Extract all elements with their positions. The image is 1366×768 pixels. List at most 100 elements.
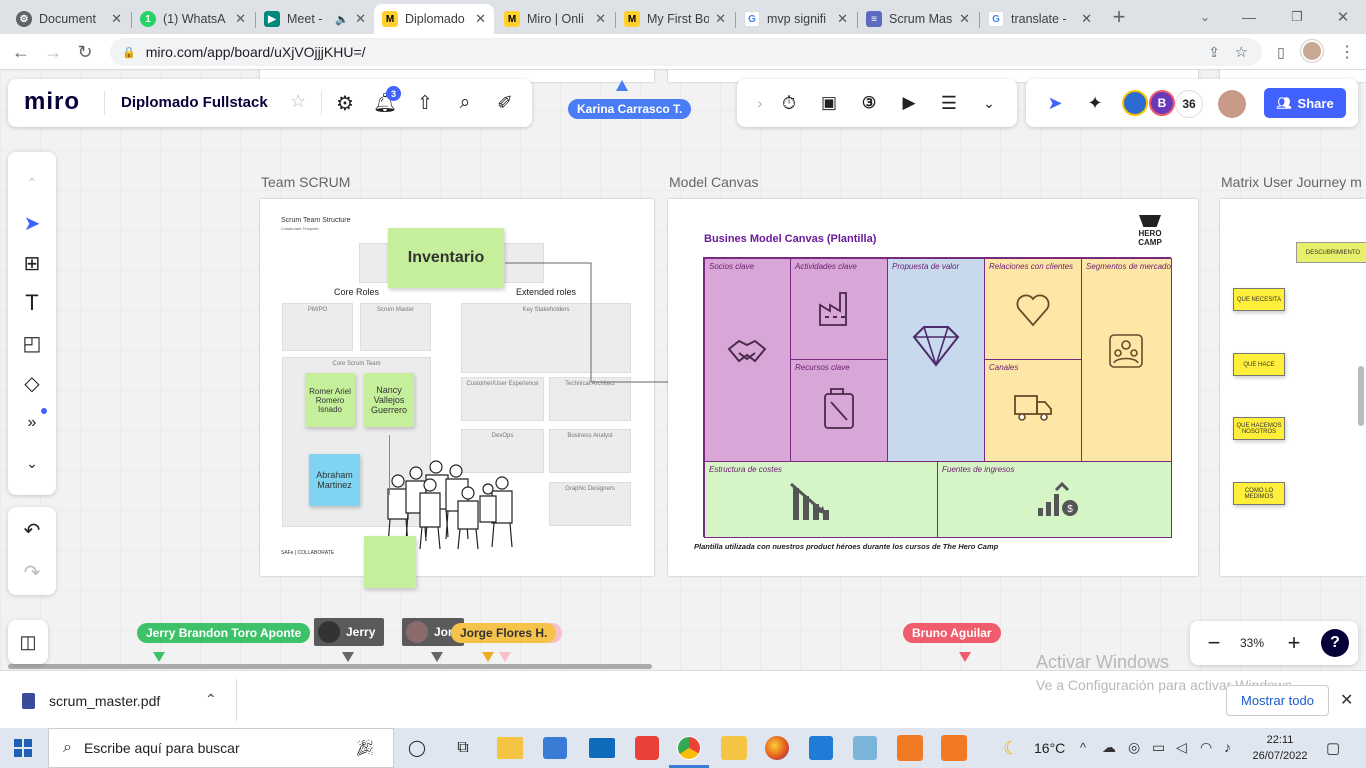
bmc-recursos[interactable]: Recursos clave [790, 359, 888, 462]
settings-gear-icon[interactable]: ⚙ [330, 88, 360, 118]
forward-icon[interactable]: → [40, 39, 66, 65]
address-bar[interactable]: 🔒 miro.com/app/board/uXjVOjjjKHU=/ ⇪ ☆ [110, 38, 1262, 66]
chevron-right-icon[interactable]: › [745, 88, 775, 118]
search-icon[interactable]: ⌕ [450, 88, 480, 118]
counter-icon[interactable]: ③ [854, 88, 884, 118]
menu-kebab-icon[interactable]: ⋮ [1334, 39, 1360, 65]
close-download-bar-icon[interactable]: ✕ [1340, 690, 1353, 710]
more-chevron-icon[interactable]: ⌄ [974, 88, 1004, 118]
miro-logo[interactable]: miro [24, 88, 80, 116]
help-button[interactable]: ? [1321, 629, 1349, 657]
redo-icon[interactable]: ↷ [17, 557, 47, 587]
maximize-icon[interactable]: ❐ [1284, 4, 1310, 30]
zoom-in-button[interactable]: + [1279, 628, 1309, 658]
download-chevron-icon[interactable]: ⌃ [205, 691, 217, 708]
bmc-socios[interactable]: Socios clave [704, 258, 791, 462]
collaborator-count[interactable]: 36 [1175, 90, 1203, 118]
download-filename[interactable]: scrum_master.pdf [49, 693, 160, 709]
minimize-icon[interactable]: — [1236, 4, 1262, 30]
journey-que-hace[interactable]: QUE HACE [1233, 353, 1285, 376]
side-panel-icon[interactable]: ▯ [1268, 39, 1294, 65]
firefox-icon[interactable] [765, 736, 789, 760]
avatar[interactable] [1122, 90, 1148, 116]
audio-icon[interactable]: 🔈 [335, 13, 349, 26]
file-explorer-icon[interactable] [497, 737, 523, 759]
taskbar-search[interactable]: ⌕ Escribe aquí para buscar 🎉︎ [48, 728, 394, 768]
close-tab-icon[interactable]: ✕ [959, 11, 970, 27]
frame-model-canvas[interactable]: Busines Model Canvas (Plantilla) HERO CA… [668, 199, 1198, 576]
sticky-empty[interactable] [364, 536, 416, 588]
close-window-icon[interactable]: ✕ [1330, 4, 1356, 30]
vertical-scrollbar[interactable] [1358, 366, 1364, 426]
frame-label-scrum[interactable]: Team SCRUM [261, 174, 350, 190]
mail-icon[interactable] [589, 738, 615, 758]
zoom-level[interactable]: 33% [1240, 636, 1264, 650]
weather-temperature[interactable]: 16°C [1034, 740, 1065, 756]
timer-icon[interactable]: ⏱ [774, 88, 804, 118]
bmc-ingresos[interactable]: Fuentes de ingresos $ [937, 461, 1172, 538]
board-canvas[interactable]: Team SCRUM Model Canvas Matrix User Jour… [0, 70, 1366, 670]
speaker-icon[interactable]: ♪ [1224, 739, 1231, 755]
sticky-nancy[interactable]: Nancy Vallejos Guerrero [364, 373, 414, 427]
undo-icon[interactable]: ↶ [17, 515, 47, 545]
tab-translate[interactable]: G translate - ✕ [980, 4, 1100, 34]
close-tab-icon[interactable]: ✕ [837, 11, 848, 27]
network-icon[interactable]: ▭ [1152, 739, 1165, 756]
avatar[interactable] [1218, 90, 1246, 118]
star-icon[interactable]: ☆ [290, 91, 306, 112]
collapse-up-icon[interactable]: ⌃ [17, 168, 47, 198]
frame-label-journey[interactable]: Matrix User Journey m [1221, 174, 1362, 190]
miro-frames-panel-button[interactable]: ◫ [8, 620, 48, 664]
journey-que-hacemos[interactable]: QUE HACEMOS NOSOTROS [1233, 417, 1285, 440]
close-tab-icon[interactable]: ✕ [111, 11, 122, 27]
share-page-icon[interactable]: ⇪ [1208, 44, 1220, 61]
tab-mvp[interactable]: G mvp signifi ✕ [736, 4, 856, 34]
cortana-icon[interactable]: ◯ [402, 734, 432, 762]
windows-start-icon[interactable] [14, 739, 32, 757]
app-icon[interactable] [897, 735, 923, 761]
select-cursor-icon[interactable]: ➤ [17, 208, 47, 238]
app-icon[interactable] [853, 736, 877, 760]
chrome-icon[interactable] [677, 736, 701, 760]
reactions-icon[interactable]: ✦ [1080, 88, 1110, 118]
upload-icon[interactable]: ⇧ [410, 88, 440, 118]
magic-icon[interactable]: ✐ [490, 88, 520, 118]
frame-team-scrum[interactable]: Scrum Team Structure Collaborate Templat… [260, 199, 654, 588]
taskbar-clock[interactable]: 22:11 26/07/2022 [1250, 732, 1310, 764]
notes-icon[interactable]: ☰ [934, 88, 964, 118]
tray-chevron-icon[interactable]: ^ [1080, 740, 1086, 755]
tab-document[interactable]: ⚙ Document ✕ [8, 4, 130, 34]
tray-app-icon[interactable]: ◎ [1128, 739, 1140, 756]
notifications-icon[interactable]: ▢ [1326, 739, 1340, 757]
sticky-inventario[interactable]: Inventario [388, 228, 504, 288]
frame-journey[interactable]: DESCUBRIMIENTO QUE NECESITA QUE HACE QUE… [1220, 199, 1366, 576]
bmc-canales[interactable]: Canales [984, 359, 1082, 462]
bmc-propuesta[interactable]: Propuesta de valor [887, 258, 985, 462]
profile-avatar[interactable] [1301, 40, 1323, 62]
journey-que-necesita[interactable]: QUE NECESITA [1233, 288, 1285, 311]
tab-my-first-board[interactable]: M My First Bo ✕ [616, 4, 734, 34]
back-icon[interactable]: ← [8, 39, 34, 65]
journey-descubrimiento[interactable]: DESCUBRIMIENTO [1296, 242, 1366, 263]
weather-moon-icon[interactable]: ☾ [1003, 738, 1019, 759]
share-button[interactable]: 👥︎ Share [1264, 88, 1346, 118]
presentation-icon[interactable]: ▶ [894, 88, 924, 118]
anydesk-icon[interactable] [635, 736, 659, 760]
close-tab-icon[interactable]: ✕ [475, 11, 486, 27]
wifi-icon[interactable]: ◠ [1200, 739, 1212, 756]
new-tab-button[interactable]: + [1106, 4, 1132, 30]
onedrive-icon[interactable]: ☁ [1102, 739, 1116, 756]
bmc-relaciones[interactable]: Relaciones con clientes [984, 258, 1082, 360]
close-tab-icon[interactable]: ✕ [1081, 11, 1092, 27]
expand-down-icon[interactable]: ⌄ [17, 448, 47, 478]
vscode-icon[interactable] [809, 736, 833, 760]
bookmark-star-icon[interactable]: ☆ [1235, 43, 1248, 61]
frame-label-canvas[interactable]: Model Canvas [669, 174, 759, 190]
close-tab-icon[interactable]: ✕ [235, 11, 246, 27]
show-all-button[interactable]: Mostrar todo [1226, 685, 1329, 716]
sticky-abraham[interactable]: Abraham Martinez [309, 454, 360, 506]
bmc-actividades[interactable]: Actividades clave [790, 258, 888, 360]
app-icon[interactable] [941, 735, 967, 761]
templates-icon[interactable]: ⊞ [17, 248, 47, 278]
text-tool-icon[interactable]: T [17, 288, 47, 318]
